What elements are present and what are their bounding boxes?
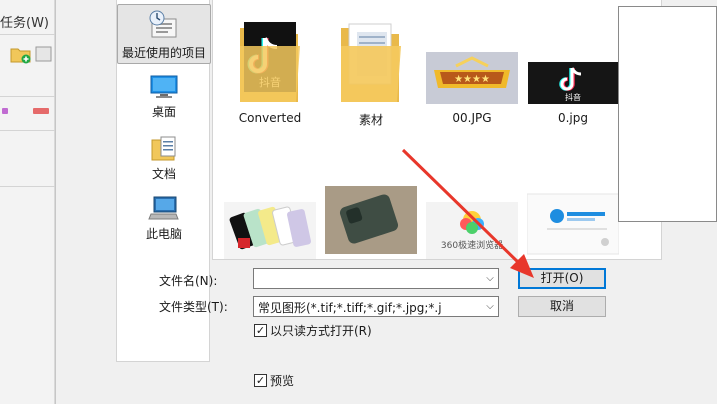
background-app: 任务(W) bbox=[0, 0, 55, 404]
file-item-image[interactable] bbox=[321, 184, 421, 259]
place-this-pc[interactable]: 此电脑 bbox=[117, 194, 211, 244]
file-name: 0.jpg bbox=[557, 111, 589, 125]
place-recent[interactable]: 最近使用的项目 bbox=[117, 4, 211, 64]
checkmark-icon[interactable]: ✓ bbox=[254, 374, 267, 387]
file-name: 00.JPG bbox=[452, 111, 492, 125]
filetype-value: 常见图形(*.tif;*.tiff;*.gif;*.jpg;*.j bbox=[258, 301, 442, 315]
divider bbox=[0, 130, 55, 131]
place-label: 桌面 bbox=[151, 105, 176, 119]
image-thumbnail bbox=[325, 186, 417, 254]
file-item-image[interactable]: 360极速浏览器 bbox=[422, 184, 522, 259]
file-name: Converted bbox=[238, 111, 302, 125]
tool-icon[interactable] bbox=[33, 108, 49, 114]
preview-checkbox[interactable]: ✓ 预览 bbox=[254, 372, 294, 389]
folder-icon bbox=[341, 23, 401, 102]
tool-icon[interactable] bbox=[34, 44, 54, 64]
preview-pane bbox=[618, 6, 717, 222]
file-item-converted[interactable]: 抖音 Converted bbox=[220, 18, 320, 125]
filetype-select[interactable]: 常见图形(*.tif;*.tiff;*.gif;*.jpg;*.j ⌵ bbox=[253, 296, 499, 317]
divider bbox=[0, 34, 55, 35]
desktop-icon bbox=[150, 75, 178, 98]
thumbnail-caption: 360极速浏览器 bbox=[441, 239, 503, 251]
preview-label: 预览 bbox=[270, 374, 295, 388]
svg-text:抖音: 抖音 bbox=[565, 92, 581, 102]
divider bbox=[0, 186, 55, 187]
place-label: 文档 bbox=[151, 167, 176, 181]
filetype-label: 文件类型(T): bbox=[159, 300, 228, 314]
image-thumbnail: 360极速浏览器 bbox=[426, 202, 518, 259]
tool-icon[interactable] bbox=[2, 108, 8, 114]
divider bbox=[0, 96, 55, 97]
checkmark-icon[interactable]: ✓ bbox=[254, 324, 267, 337]
cancel-button[interactable]: 取消 bbox=[518, 296, 606, 317]
folder-icon: 抖音 bbox=[240, 22, 300, 102]
image-thumbnail: 抖音 bbox=[528, 62, 618, 104]
file-item-image[interactable] bbox=[523, 184, 623, 259]
svg-text:★★★★: ★★★★ bbox=[454, 74, 490, 85]
readonly-checkbox[interactable]: ✓ 以只读方式打开(R) bbox=[254, 322, 372, 339]
file-item-sucai[interactable]: 素材 bbox=[321, 18, 421, 128]
this-pc-icon bbox=[148, 196, 179, 220]
image-thumbnail bbox=[526, 193, 620, 255]
chevron-down-icon[interactable]: ⌵ bbox=[482, 297, 498, 316]
file-item-0-jpg[interactable]: 抖音 0.jpg bbox=[523, 18, 623, 125]
place-desktop[interactable]: 桌面 bbox=[117, 74, 211, 124]
readonly-label: 以只读方式打开(R) bbox=[270, 324, 372, 338]
image-thumbnail bbox=[224, 202, 316, 259]
place-label: 此电脑 bbox=[145, 227, 182, 241]
menu-tasks[interactable]: 任务(W) bbox=[0, 12, 49, 31]
filename-label: 文件名(N): bbox=[159, 274, 218, 288]
file-name: 素材 bbox=[358, 113, 383, 127]
new-folder-icon[interactable] bbox=[10, 44, 32, 64]
place-documents[interactable]: 文档 bbox=[117, 134, 211, 184]
image-thumbnail: ★★★★ bbox=[426, 52, 518, 104]
open-button[interactable]: 打开(O) bbox=[518, 268, 606, 289]
recent-places-icon bbox=[149, 10, 177, 38]
documents-icon bbox=[151, 136, 176, 161]
filename-combobox[interactable]: ⌵ bbox=[253, 268, 499, 289]
file-item-00-jpg[interactable]: ★★★★ 00.JPG bbox=[422, 18, 522, 125]
file-list: 抖音 Converted 素材 ★★★★ bbox=[212, 0, 662, 260]
place-label: 最近使用的项目 bbox=[121, 46, 206, 60]
file-item-image[interactable] bbox=[220, 184, 320, 259]
chevron-down-icon[interactable]: ⌵ bbox=[482, 269, 498, 288]
